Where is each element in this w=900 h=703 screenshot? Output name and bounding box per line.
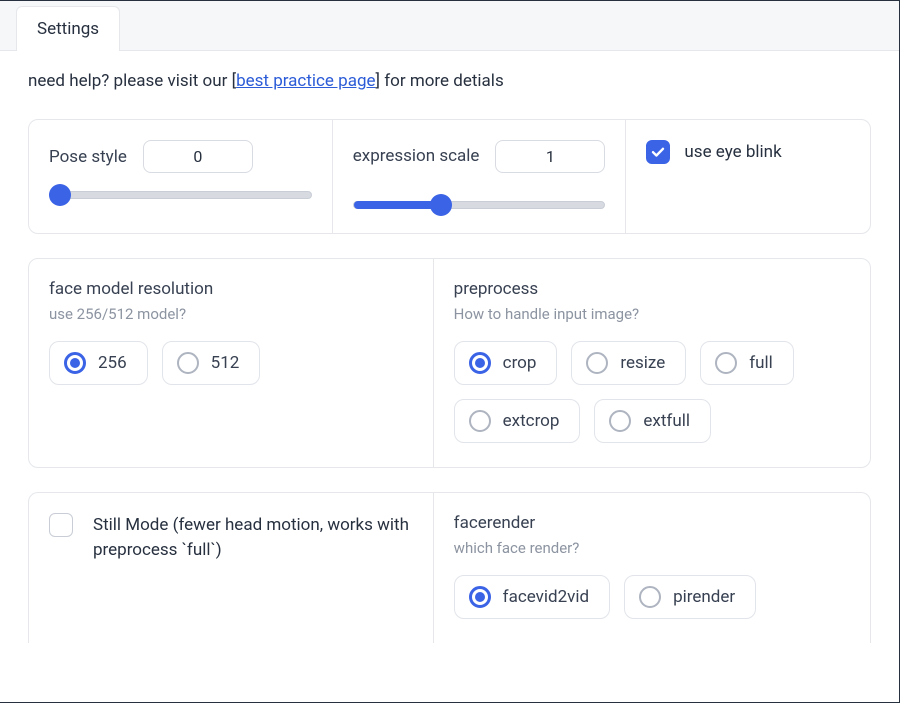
face-resolution-option-256[interactable]: 256 xyxy=(49,341,148,385)
preprocess-option-resize[interactable]: resize xyxy=(571,341,686,385)
radio-icon xyxy=(64,352,86,374)
face-resolution-option-512[interactable]: 512 xyxy=(162,341,261,385)
help-link[interactable]: best practice page xyxy=(236,71,375,91)
radio-icon xyxy=(177,352,199,374)
preprocess-option-full[interactable]: full xyxy=(700,341,794,385)
help-text: need help? please visit our [best practi… xyxy=(28,71,871,91)
facerender-option-facevid2vid[interactable]: facevid2vid xyxy=(454,575,610,619)
expression-scale-slider[interactable] xyxy=(353,201,606,209)
preprocess-title: preprocess xyxy=(454,279,850,299)
check-icon xyxy=(650,144,666,160)
preprocess-option-label: resize xyxy=(620,353,665,373)
help-suffix: ] for more detials xyxy=(376,71,504,91)
radio-icon xyxy=(609,410,631,432)
tab-strip: Settings xyxy=(0,1,899,51)
radio-icon xyxy=(715,352,737,374)
preprocess-radio-group: crop resize full extcrop extfull xyxy=(454,341,850,443)
preprocess-option-extcrop[interactable]: extcrop xyxy=(454,399,581,443)
radio-icon xyxy=(469,410,491,432)
facerender-option-label: facevid2vid xyxy=(503,587,589,607)
pose-style-slider[interactable] xyxy=(49,191,312,199)
radio-icon xyxy=(469,586,491,608)
radio-icon xyxy=(639,586,661,608)
facerender-title: facerender xyxy=(454,513,850,533)
preprocess-subtitle: How to handle input image? xyxy=(454,305,850,323)
preprocess-option-crop[interactable]: crop xyxy=(454,341,558,385)
facerender-subtitle: which face render? xyxy=(454,539,850,557)
face-resolution-radio-group: 256 512 xyxy=(49,341,413,385)
face-resolution-title: face model resolution xyxy=(49,279,413,299)
face-resolution-subtitle: use 256/512 model? xyxy=(49,305,413,323)
radio-icon xyxy=(469,352,491,374)
pose-style-input[interactable] xyxy=(143,140,253,173)
preprocess-option-label: crop xyxy=(503,353,537,373)
face-resolution-option-label: 256 xyxy=(98,353,127,373)
tab-settings[interactable]: Settings xyxy=(16,6,120,51)
preprocess-option-label: extcrop xyxy=(503,411,560,431)
eye-blink-label: use eye blink xyxy=(684,140,781,165)
radio-icon xyxy=(586,352,608,374)
expression-scale-input[interactable] xyxy=(495,140,605,173)
pose-style-label: Pose style xyxy=(49,147,127,167)
preprocess-option-label: full xyxy=(749,353,773,373)
facerender-option-label: pirender xyxy=(673,587,735,607)
eye-blink-checkbox[interactable] xyxy=(646,140,670,164)
preprocess-option-extfull[interactable]: extfull xyxy=(594,399,711,443)
still-mode-label: Still Mode (fewer head motion, works wit… xyxy=(93,513,413,562)
expression-scale-label: expression scale xyxy=(353,145,480,167)
face-resolution-option-label: 512 xyxy=(211,353,240,373)
preprocess-option-label: extfull xyxy=(643,411,690,431)
facerender-radio-group: facevid2vid pirender xyxy=(454,575,850,619)
facerender-option-pirender[interactable]: pirender xyxy=(624,575,756,619)
still-mode-checkbox[interactable] xyxy=(49,513,73,537)
help-prefix: need help? please visit our [ xyxy=(28,71,236,91)
